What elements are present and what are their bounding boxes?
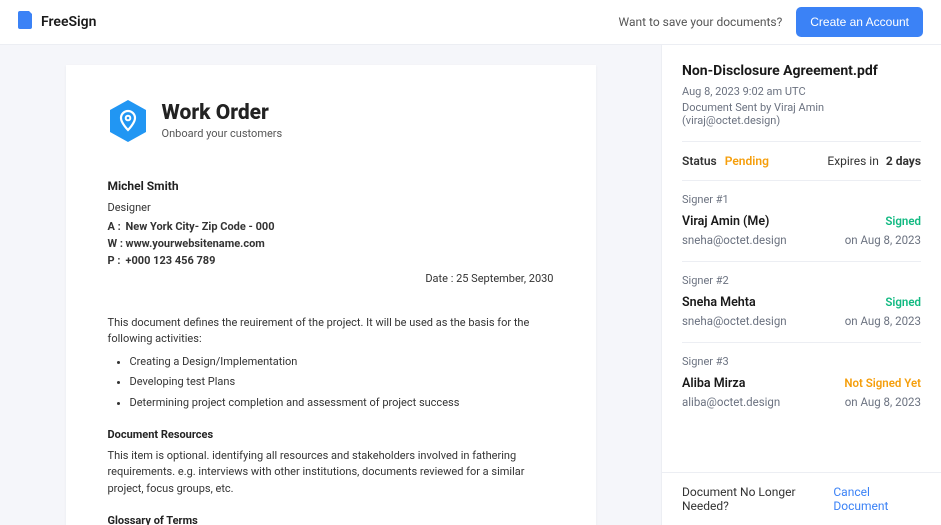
- signer-number: Signer #3: [682, 355, 921, 368]
- document-subtitle: Onboard your customers: [162, 127, 283, 140]
- signer-email: sneha@octet.design: [682, 314, 787, 328]
- document-viewport[interactable]: Work Order Onboard your customers Michel…: [0, 45, 661, 525]
- list-item: Creating a Design/Implementation: [130, 354, 554, 371]
- signer-status: Signed: [885, 214, 921, 228]
- document-contact: Michel Smith Designer A :New York City- …: [108, 177, 275, 269]
- signer-number: Signer #2: [682, 274, 921, 287]
- footer-text: Document No Longer Needed?: [682, 485, 833, 513]
- expires-info: Expires in 2 days: [827, 154, 921, 168]
- cancel-document-link[interactable]: Cancel Document: [833, 485, 921, 513]
- create-account-button[interactable]: Create an Account: [796, 7, 923, 37]
- list-item: Developing test Plans: [130, 374, 554, 391]
- document-title-group: Work Order Onboard your customers: [162, 102, 283, 140]
- document-page: Work Order Onboard your customers Michel…: [66, 65, 596, 525]
- details-sidebar: Non-Disclosure Agreement.pdf Aug 8, 2023…: [661, 45, 941, 525]
- activities-list: Creating a Design/Implementation Develop…: [108, 354, 554, 412]
- signer-block: Signer #3 Aliba Mirza Not Signed Yet ali…: [682, 342, 921, 423]
- signer-date: on Aug 8, 2023: [845, 395, 921, 409]
- contact-website: www.yourwebsitename.com: [126, 235, 265, 252]
- document-filename: Non-Disclosure Agreement.pdf: [682, 63, 921, 79]
- sidebar-footer: Document No Longer Needed? Cancel Docume…: [662, 472, 941, 525]
- signer-name: Viraj Amin (Me): [682, 214, 769, 229]
- contact-phone: +000 123 456 789: [126, 252, 216, 269]
- contact-name: Michel Smith: [108, 177, 275, 196]
- signer-number: Signer #1: [682, 193, 921, 206]
- save-prompt: Want to save your documents?: [619, 15, 783, 29]
- document-header: Work Order Onboard your customers: [108, 99, 554, 143]
- logo-icon: [18, 11, 34, 33]
- status-badge: Pending: [725, 154, 769, 168]
- main: Work Order Onboard your customers Michel…: [0, 45, 941, 525]
- resources-text: This item is optional. identifying all r…: [108, 448, 554, 498]
- document-body: This document defines the reuirement of …: [108, 315, 554, 525]
- status-row: Status Pending Expires in 2 days: [682, 141, 921, 180]
- document-date: Date : 25 September, 2030: [425, 272, 553, 285]
- signer-name: Sneha Mehta: [682, 295, 756, 310]
- expires-value: 2 days: [886, 154, 921, 168]
- signer-email: sneha@octet.design: [682, 233, 787, 247]
- contact-role: Designer: [108, 199, 275, 216]
- resources-heading: Document Resources: [108, 427, 554, 444]
- signer-block: Signer #1 Viraj Amin (Me) Signed sneha@o…: [682, 180, 921, 261]
- glossary-heading: Glossary of Terms: [108, 513, 554, 525]
- list-item: Determining project completion and asses…: [130, 395, 554, 412]
- signer-status: Not Signed Yet: [844, 376, 921, 390]
- contact-date-row: Michel Smith Designer A :New York City- …: [108, 177, 554, 285]
- sidebar-content: Non-Disclosure Agreement.pdf Aug 8, 2023…: [662, 45, 941, 472]
- app-header: FreeSign Want to save your documents? Cr…: [0, 0, 941, 45]
- signer-name: Aliba Mirza: [682, 376, 745, 391]
- document-timestamp: Aug 8, 2023 9:02 am UTC: [682, 85, 921, 98]
- signer-date: on Aug 8, 2023: [845, 233, 921, 247]
- logo[interactable]: FreeSign: [18, 11, 96, 33]
- work-order-logo-icon: [108, 99, 148, 143]
- document-title: Work Order: [162, 102, 283, 125]
- logo-text: FreeSign: [41, 14, 96, 30]
- signer-status: Signed: [885, 295, 921, 309]
- header-right: Want to save your documents? Create an A…: [619, 7, 924, 37]
- contact-address: New York City- Zip Code - 000: [126, 218, 275, 235]
- signer-block: Signer #2 Sneha Mehta Signed sneha@octet…: [682, 261, 921, 342]
- expires-label: Expires in: [827, 154, 878, 168]
- status-label: Status: [682, 154, 717, 168]
- intro-text: This document defines the reuirement of …: [108, 315, 554, 348]
- document-sent-by: Document Sent by Viraj Amin (viraj@octet…: [682, 101, 921, 127]
- signer-email: aliba@octet.design: [682, 395, 780, 409]
- signer-date: on Aug 8, 2023: [845, 314, 921, 328]
